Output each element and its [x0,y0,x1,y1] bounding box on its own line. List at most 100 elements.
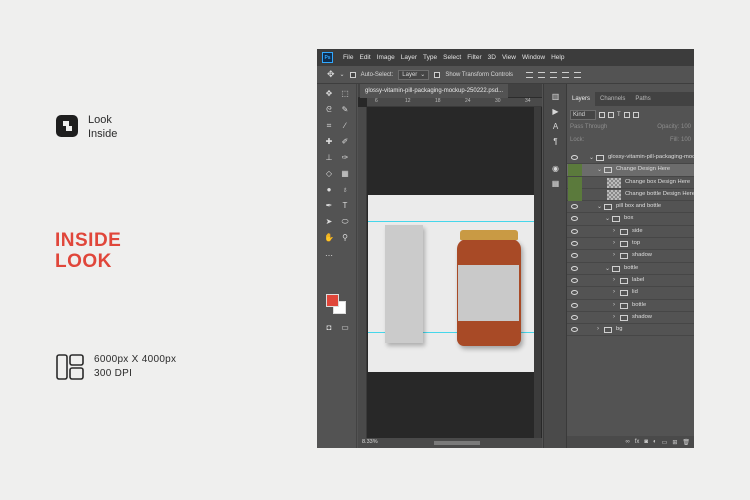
layer-row[interactable]: › label [567,275,694,288]
visibility-toggle[interactable] [568,164,582,177]
expand-arrow-icon[interactable]: ⌄ [605,265,610,272]
align-left-icon[interactable] [562,71,570,78]
eye-icon[interactable] [571,241,578,247]
adjustment-filter-icon[interactable] [608,111,614,118]
layer-row[interactable]: › bg [567,324,694,337]
align-middle-icon[interactable] [538,71,546,78]
layer-row[interactable]: ⌄ glossy-vitamin-pill-packaging-mockup [567,152,694,165]
eye-icon[interactable] [571,155,578,160]
layer-row[interactable]: Change bottle Design Here [567,188,694,202]
vertical-scrollbar[interactable] [534,107,541,438]
path-select-tool-icon[interactable]: ➤ [323,216,335,228]
more-tools-icon[interactable]: ⋯ [323,250,335,262]
tab-paths[interactable]: Paths [630,92,655,106]
zoom-level[interactable]: 8.33% [362,439,378,445]
menu-filter[interactable]: Filter [467,54,481,61]
eyedropper-tool-icon[interactable]: ∕ [339,120,351,132]
menu-image[interactable]: Image [377,54,395,61]
quick-select-tool-icon[interactable]: ✎ [339,104,351,116]
expand-arrow-icon[interactable]: ⌄ [605,215,610,222]
eye-icon[interactable] [571,265,578,271]
type-filter-icon[interactable]: T [617,112,621,118]
layer-row[interactable]: › bottle [567,300,694,312]
collapse-arrow-icon[interactable]: › [613,302,615,308]
layer-row[interactable]: ⌄ Change Design Here [567,164,694,177]
folder-icon[interactable]: ▭ [662,439,668,446]
horizontal-scrollbar[interactable] [434,441,480,445]
eye-icon[interactable] [571,228,578,234]
collapse-arrow-icon[interactable]: › [613,252,615,258]
align-bottom-icon[interactable] [550,71,558,78]
marquee-tool-icon[interactable]: ⬚ [339,88,351,100]
lasso-tool-icon[interactable]: ᘓ [323,104,335,116]
layer-row[interactable]: ⌄ pill box and bottle [567,201,694,214]
menu-layer[interactable]: Layer [401,54,417,61]
opacity-field[interactable]: 100 [681,124,691,130]
crop-tool-icon[interactable]: ⌗ [323,120,335,132]
show-transform-checkbox[interactable] [434,71,441,78]
brush-tool-icon[interactable]: ✐ [339,136,351,148]
layer-row[interactable]: › top [567,238,694,251]
smart-object-filter-icon[interactable] [632,111,639,118]
auto-select-target-dropdown[interactable]: Layer ⌄ [398,69,430,80]
eye-icon[interactable] [571,314,578,320]
layer-row[interactable]: ⌄ bottle [567,263,694,275]
collapse-arrow-icon[interactable]: › [613,228,615,234]
visibility-toggle[interactable] [568,188,582,201]
shape-filter-icon[interactable] [623,111,630,118]
play-actions-icon[interactable]: ▶ [550,107,561,117]
move-tool-icon[interactable]: ✥ [327,69,335,80]
gradient-tool-icon[interactable]: ▦ [339,168,351,180]
expand-arrow-icon[interactable]: ⌄ [597,203,602,210]
paragraph-icon[interactable]: ¶ [550,137,561,147]
history-icon[interactable]: ▥ [550,92,561,102]
dodge-tool-icon[interactable]: ♁ [339,184,351,196]
quick-mask-icon[interactable]: ◘ [323,322,335,334]
expand-arrow-icon[interactable]: ⌄ [597,166,602,173]
menu-file[interactable]: File [343,54,353,61]
healing-brush-tool-icon[interactable]: ✚ [323,136,335,148]
pixel-filter-icon[interactable] [599,111,605,118]
eye-icon[interactable] [571,327,578,333]
menu-view[interactable]: View [502,54,516,61]
adjustment-icon[interactable]: ◐ [653,439,657,445]
canvas[interactable] [368,195,536,372]
layer-row[interactable]: › side [567,226,694,239]
eye-icon[interactable] [571,290,578,296]
move-tool-icon[interactable]: ✥ [323,88,335,100]
swatches-icon[interactable]: ▦ [550,179,561,189]
history-brush-tool-icon[interactable]: ✑ [339,152,351,164]
blend-mode-dropdown[interactable]: Pass Through [570,124,607,134]
tab-channels[interactable]: Channels [595,92,630,106]
clone-stamp-tool-icon[interactable]: ⊥ [323,152,335,164]
align-top-icon[interactable] [526,71,534,78]
menu-window[interactable]: Window [522,54,545,61]
shape-tool-icon[interactable]: ⬭ [339,216,351,228]
eye-icon[interactable] [571,216,578,222]
blur-tool-icon[interactable]: ● [323,184,335,196]
menu-type[interactable]: Type [423,54,437,61]
hand-tool-icon[interactable]: ✋ [323,232,335,244]
eye-icon[interactable] [571,302,578,308]
fill-field[interactable]: 100 [681,137,691,143]
color-icon[interactable]: ◉ [550,164,561,174]
layer-row[interactable]: › shadow [567,250,694,263]
foreground-color-swatch[interactable] [326,294,339,307]
mask-icon[interactable]: ◙ [644,439,648,445]
trash-icon[interactable]: 🗑 [682,439,690,446]
menu-select[interactable]: Select [443,54,461,61]
collapse-arrow-icon[interactable]: › [613,314,615,320]
zoom-tool-icon[interactable]: ⚲ [339,232,351,244]
character-icon[interactable]: A [550,122,561,132]
kind-filter-dropdown[interactable]: Kind [570,109,596,120]
screen-mode-icon[interactable]: ▭ [339,322,351,334]
collapse-arrow-icon[interactable]: › [597,326,599,332]
document-tab[interactable]: glossy-vitamin-pill-packaging-mockup-250… [360,84,509,98]
collapse-arrow-icon[interactable]: › [613,277,615,283]
layer-row[interactable]: ⌄ box [567,213,694,226]
fx-icon[interactable]: fx [635,439,640,445]
menu-3d[interactable]: 3D [488,54,496,61]
horizontal-ruler[interactable]: 6 12 18 24 30 34 [367,98,542,107]
eraser-tool-icon[interactable]: ◇ [323,168,335,180]
align-center-icon[interactable] [574,71,582,78]
